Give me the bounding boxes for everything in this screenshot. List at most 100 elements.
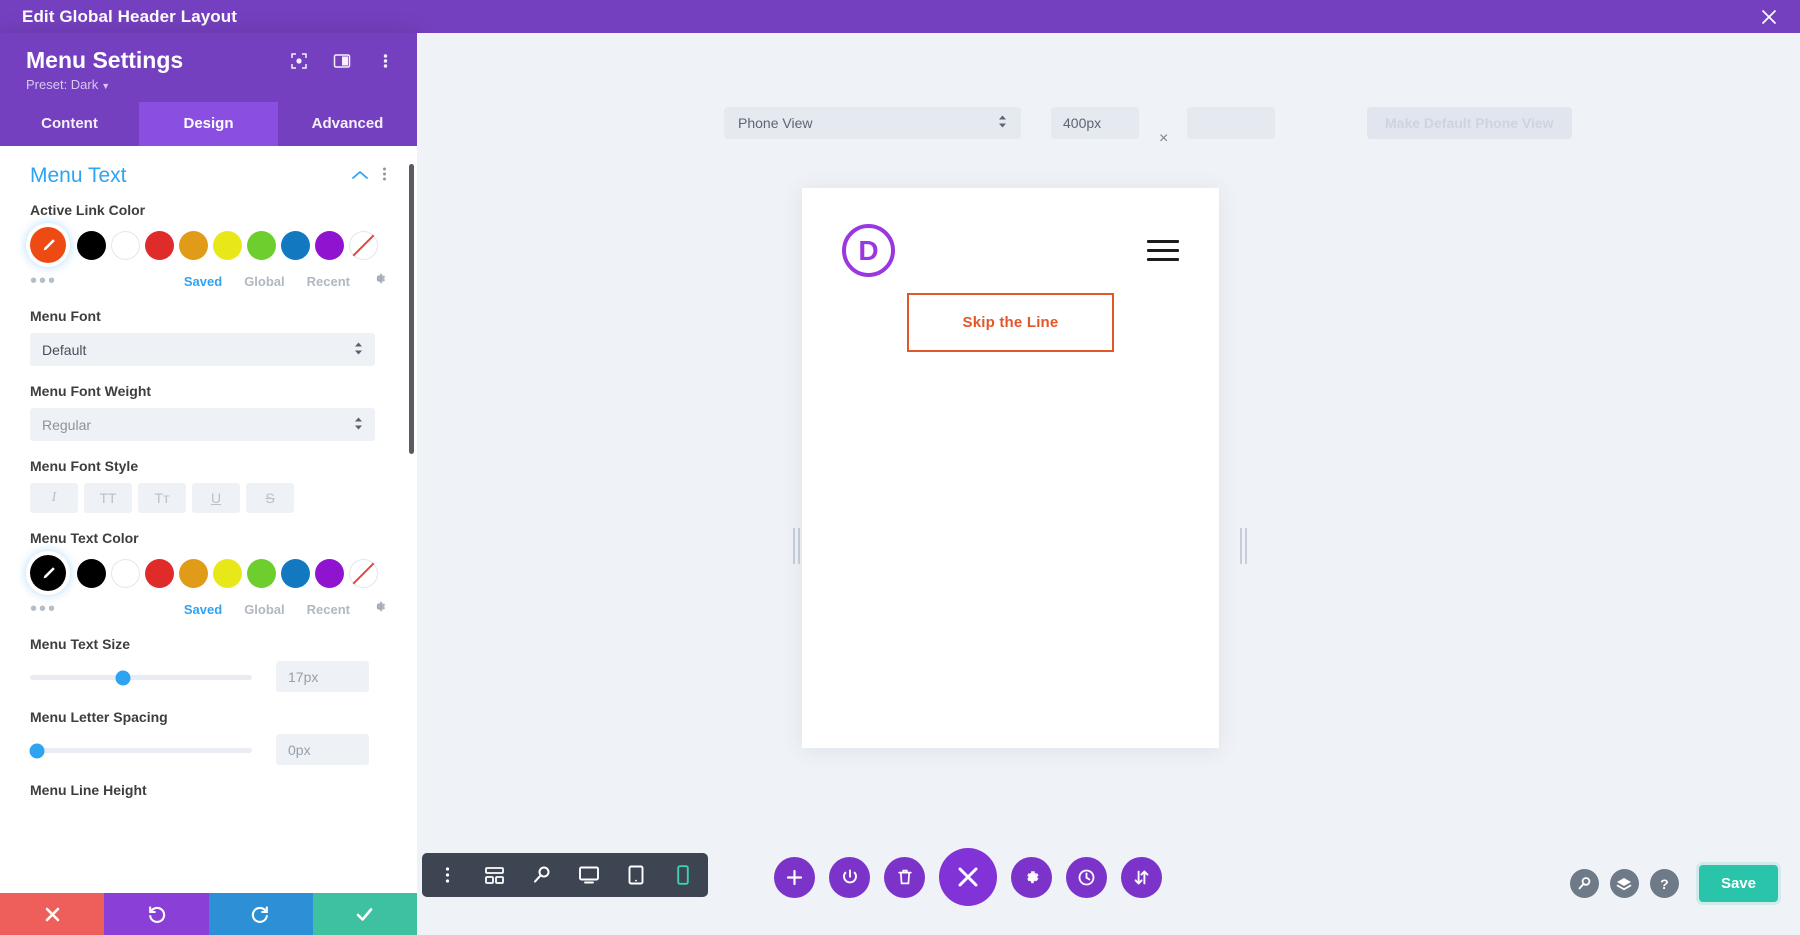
kebab-menu-icon[interactable] <box>435 863 460 888</box>
slider-knob[interactable] <box>29 743 44 758</box>
field-label: Active Link Color <box>30 202 387 218</box>
cancel-button[interactable] <box>0 893 104 935</box>
active-color-swatch[interactable] <box>30 227 66 263</box>
swatch-green[interactable] <box>247 559 276 588</box>
search-icon[interactable] <box>1570 869 1599 898</box>
swatch-transparent[interactable] <box>349 559 378 588</box>
slider-knob[interactable] <box>116 670 131 685</box>
zoom-icon[interactable] <box>529 863 554 888</box>
swatch-tab-saved[interactable]: Saved <box>184 274 222 289</box>
swatch-green[interactable] <box>247 231 276 260</box>
viewport-height-input[interactable] <box>1187 107 1275 139</box>
swatch-yellow[interactable] <box>213 559 242 588</box>
apply-button[interactable] <box>313 893 417 935</box>
undo-button[interactable] <box>104 893 208 935</box>
settings-action-bar <box>0 893 417 935</box>
uppercase-button[interactable]: TT <box>84 483 132 513</box>
swatch-white[interactable] <box>111 559 140 588</box>
field-label: Menu Text Color <box>30 530 387 546</box>
resize-handle-left[interactable] <box>793 528 800 564</box>
active-color-swatch[interactable] <box>30 555 66 591</box>
menu-letter-spacing-input[interactable]: 0px <box>276 734 369 765</box>
view-mode-select[interactable]: Phone View <box>724 107 1021 139</box>
divi-logo[interactable]: D <box>842 224 895 277</box>
kebab-menu-icon[interactable] <box>375 51 395 71</box>
smallcaps-button[interactable]: Tᴛ <box>138 483 186 513</box>
chevron-up-icon[interactable] <box>352 167 368 185</box>
tab-content[interactable]: Content <box>0 102 139 146</box>
swatch-orange[interactable] <box>179 559 208 588</box>
menu-text-size-input[interactable]: 17px <box>276 661 369 692</box>
menu-font-weight-select[interactable]: Regular <box>30 408 375 441</box>
kebab-menu-icon[interactable] <box>382 166 387 187</box>
swatch-orange[interactable] <box>179 231 208 260</box>
underline-button[interactable]: U <box>192 483 240 513</box>
save-button[interactable]: Save <box>1699 865 1778 902</box>
builder-utility-buttons: ? Save <box>1570 865 1778 902</box>
help-icon[interactable]: ? <box>1650 869 1679 898</box>
swatch-black[interactable] <box>77 231 106 260</box>
preset-label: Preset: Dark <box>26 77 98 92</box>
add-button[interactable] <box>774 857 815 898</box>
swatch-blue[interactable] <box>281 231 310 260</box>
settings-button[interactable] <box>1011 857 1052 898</box>
italic-button[interactable]: I <box>30 483 78 513</box>
close-icon[interactable] <box>1758 6 1780 28</box>
swatch-tab-recent[interactable]: Recent <box>307 602 350 617</box>
strikethrough-button[interactable]: S <box>246 483 294 513</box>
ellipsis-icon[interactable]: ••• <box>30 276 57 286</box>
swatch-red[interactable] <box>145 231 174 260</box>
swatch-purple[interactable] <box>315 231 344 260</box>
dimension-separator: × <box>1159 130 1168 148</box>
preset-selector[interactable]: Preset: Dark▼ <box>26 77 391 92</box>
menu-text-size-slider[interactable] <box>30 675 252 680</box>
swatch-yellow[interactable] <box>213 231 242 260</box>
field-label: Menu Font Weight <box>30 383 387 399</box>
focus-icon[interactable] <box>289 51 309 71</box>
phone-icon[interactable] <box>670 863 695 888</box>
layers-icon[interactable] <box>1610 869 1639 898</box>
swatch-tab-saved[interactable]: Saved <box>184 602 222 617</box>
history-button[interactable] <box>1066 857 1107 898</box>
swatch-tab-global[interactable]: Global <box>244 274 284 289</box>
swatch-tab-global[interactable]: Global <box>244 602 284 617</box>
field-menu-text-color: Menu Text Color <box>30 530 387 619</box>
redo-button[interactable] <box>209 893 313 935</box>
layout-columns-icon[interactable] <box>332 51 352 71</box>
ellipsis-icon[interactable]: ••• <box>30 604 57 614</box>
menu-letter-spacing-slider[interactable] <box>30 748 252 753</box>
swatch-white[interactable] <box>111 231 140 260</box>
field-label: Menu Letter Spacing <box>30 709 387 725</box>
swatch-black[interactable] <box>77 559 106 588</box>
skip-the-line-button[interactable]: Skip the Line <box>907 293 1115 352</box>
field-active-link-color: Active Link Color <box>30 202 387 291</box>
trash-button[interactable] <box>884 857 925 898</box>
preview-header: D <box>802 188 1219 277</box>
settings-tabs: Content Design Advanced <box>0 102 417 146</box>
viewport-width-input[interactable]: 400px <box>1051 107 1139 139</box>
resize-handle-right[interactable] <box>1240 528 1247 564</box>
sort-button[interactable] <box>1121 857 1162 898</box>
swatch-transparent[interactable] <box>349 231 378 260</box>
gear-icon[interactable] <box>372 599 387 619</box>
close-menu-button[interactable] <box>939 848 997 906</box>
device-preview: D Skip the Line <box>802 188 1219 748</box>
section-menu-text-header[interactable]: Menu Text <box>30 164 387 188</box>
swatch-purple[interactable] <box>315 559 344 588</box>
power-button[interactable] <box>829 857 870 898</box>
tab-design[interactable]: Design <box>139 102 278 146</box>
color-swatch-controls: ••• Saved Global Recent <box>30 271 387 291</box>
builder-action-buttons <box>774 848 1162 906</box>
menu-font-select[interactable]: Default <box>30 333 375 366</box>
swatch-red[interactable] <box>145 559 174 588</box>
panel-scrollbar[interactable] <box>409 164 414 454</box>
swatch-tab-recent[interactable]: Recent <box>307 274 350 289</box>
hamburger-icon[interactable] <box>1147 240 1179 261</box>
desktop-icon[interactable] <box>576 863 601 888</box>
swatch-blue[interactable] <box>281 559 310 588</box>
tab-advanced[interactable]: Advanced <box>278 102 417 146</box>
gear-icon[interactable] <box>372 271 387 291</box>
wireframe-icon[interactable] <box>482 863 507 888</box>
tablet-icon[interactable] <box>623 863 648 888</box>
make-default-view-button[interactable]: Make Default Phone View <box>1367 107 1572 139</box>
